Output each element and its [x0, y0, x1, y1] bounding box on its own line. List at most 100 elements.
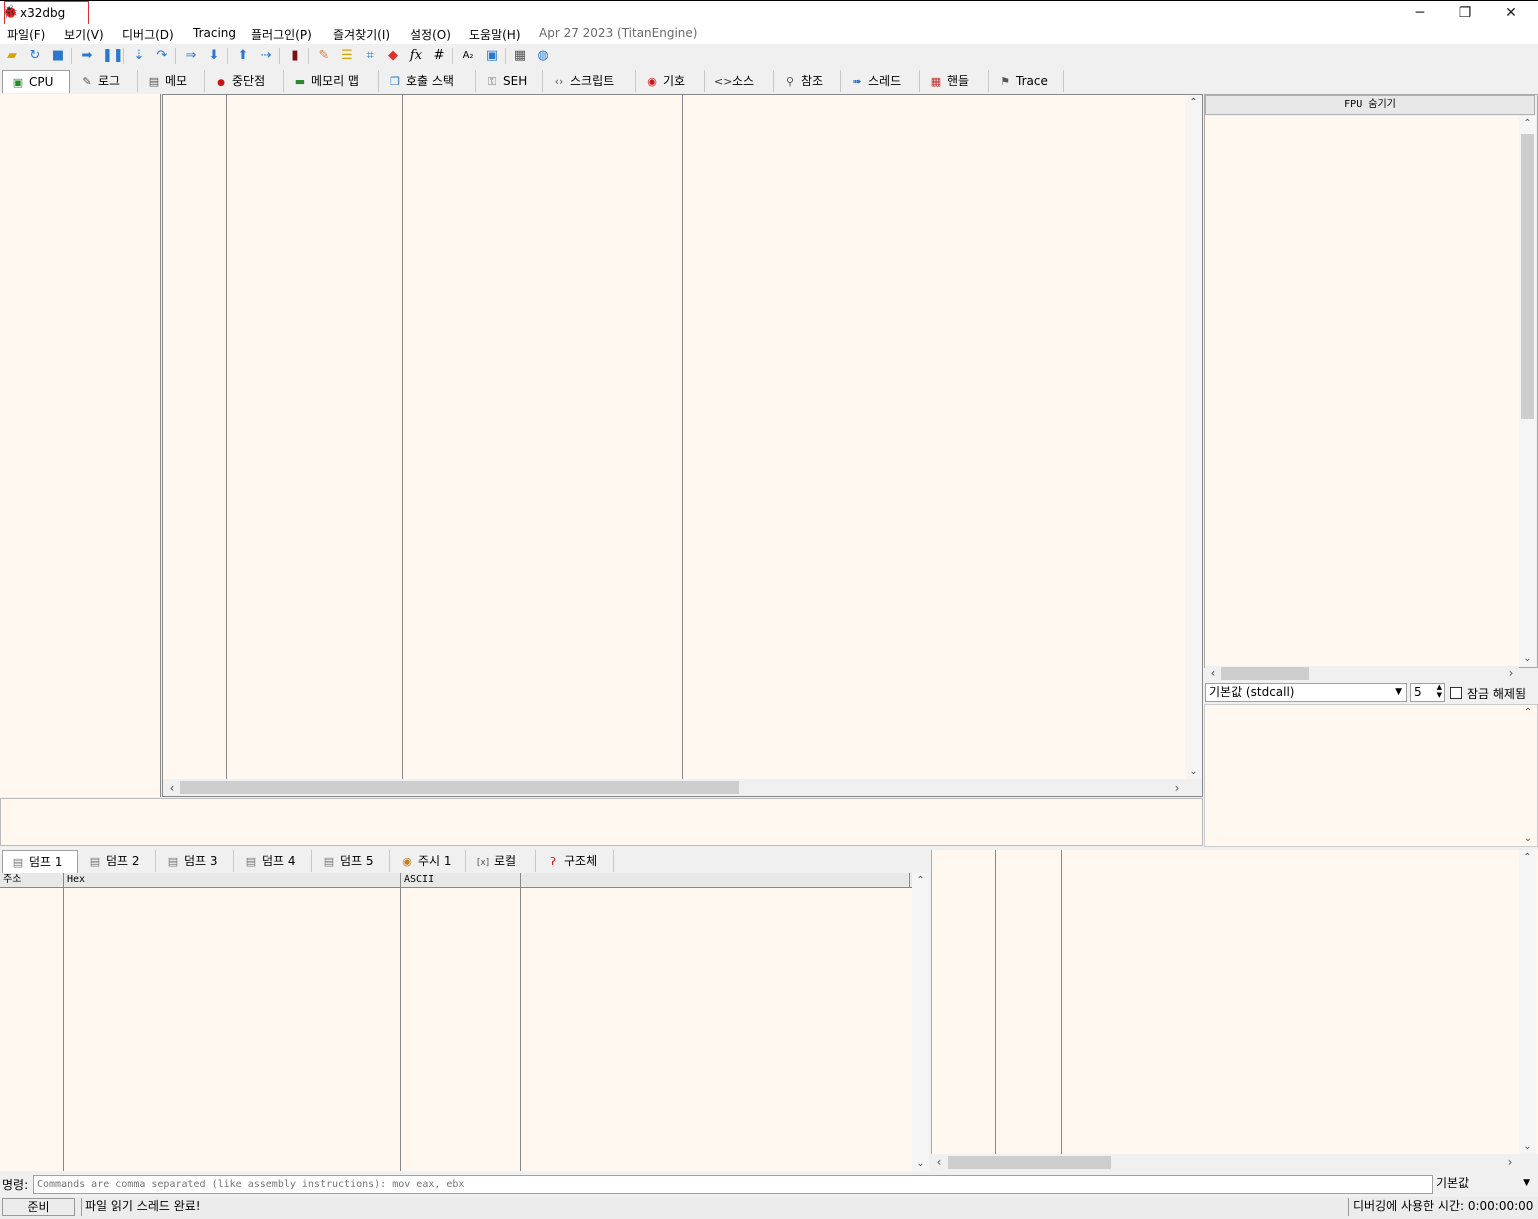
lock-checkbox[interactable]	[1450, 687, 1462, 699]
column-ascii[interactable]: ASCII	[401, 873, 521, 888]
registers-horizontal-scrollbar[interactable]: ‹ ›	[1205, 666, 1519, 682]
spinner-arrows-icon[interactable]: ▲ ▼	[1437, 683, 1442, 699]
scroll-right-icon[interactable]: ›	[1171, 781, 1183, 795]
disassembly-view[interactable]: ⌃ ⌄ ‹ ›	[162, 94, 1203, 797]
tab-symbols[interactable]: ◉ 기호	[637, 70, 705, 92]
bookmarks-icon[interactable]: ◆	[385, 48, 401, 64]
tab-notes[interactable]: ▤ 메모	[139, 70, 205, 92]
menu-favourites[interactable]: 즐겨찾기(I)	[333, 26, 390, 43]
column-extra[interactable]	[521, 873, 910, 888]
tab-watch-1[interactable]: ◉ 주시 1	[392, 850, 466, 872]
menu-help[interactable]: 도움말(H)	[469, 26, 521, 43]
step-into-icon[interactable]: ⇣	[131, 48, 147, 64]
tab-script[interactable]: ‹› 스크립트	[544, 70, 636, 92]
scroll-down-icon[interactable]: ⌄	[1185, 766, 1202, 777]
scroll-down-icon[interactable]: ⌄	[1521, 833, 1535, 844]
scroll-up-icon[interactable]: ⌃	[1185, 97, 1202, 108]
column-hex[interactable]: Hex	[64, 873, 401, 888]
scroll-right-icon[interactable]: ›	[1505, 666, 1517, 680]
tab-references[interactable]: ⚲ 참조	[775, 70, 841, 92]
scroll-left-icon[interactable]: ‹	[166, 781, 178, 795]
scroll-up-icon[interactable]: ⌃	[1521, 707, 1535, 718]
arguments-view[interactable]: ⌃ ⌄	[1204, 704, 1538, 847]
stack-view[interactable]	[931, 850, 1538, 1154]
calculator-icon[interactable]: ▦	[512, 48, 528, 64]
functions-icon[interactable]: fx	[408, 48, 424, 64]
step-over-icon[interactable]: ↷	[154, 48, 170, 64]
stop-icon[interactable]: ■	[50, 48, 66, 64]
dump-view[interactable]	[0, 888, 912, 1171]
run-to-user-icon[interactable]: ⇒	[183, 48, 199, 64]
restore-button[interactable]: ❐	[1450, 3, 1480, 23]
menu-options[interactable]: 설정(O)	[410, 26, 451, 43]
run-icon[interactable]: ➡	[79, 48, 95, 64]
column-address[interactable]: 주소	[0, 873, 64, 888]
stack-vertical-scrollbar[interactable]: ⌃ ⌄	[1519, 850, 1536, 1154]
scroll-down-icon[interactable]: ⌄	[1519, 653, 1536, 664]
fpu-toggle-button[interactable]: FPU 숨기기	[1205, 95, 1535, 115]
menu-debug[interactable]: 디버그(D)	[122, 26, 174, 43]
run-to-cursor-icon[interactable]: ⇢	[258, 48, 274, 64]
minimize-button[interactable]: ─	[1405, 3, 1435, 23]
animate-icon[interactable]: ⬇	[206, 48, 222, 64]
disasm-vertical-scrollbar[interactable]: ⌃ ⌄	[1185, 95, 1202, 779]
open-icon[interactable]: ▰	[4, 48, 20, 64]
globe-icon[interactable]: ◍	[535, 48, 551, 64]
tab-threads[interactable]: ➠ 스레드	[842, 70, 920, 92]
execute-till-return-icon[interactable]: ⬆	[235, 48, 251, 64]
stack-horizontal-scrollbar[interactable]: ‹ ›	[931, 1154, 1536, 1171]
tab-trace[interactable]: ⚑ Trace	[990, 70, 1064, 92]
scroll-up-icon[interactable]: ⌃	[912, 875, 929, 886]
scroll-up-icon[interactable]: ⌃	[1519, 852, 1536, 863]
trace-icon[interactable]: ▮	[287, 48, 303, 64]
scroll-thumb[interactable]	[1521, 134, 1534, 419]
scroll-thumb[interactable]	[948, 1156, 1111, 1169]
menu-tracing[interactable]: Tracing	[193, 26, 236, 40]
tab-call-stack[interactable]: ❐ 호출 스택	[380, 70, 476, 92]
title-bar[interactable]: 🐞 x32dbg ─ ❐ ✕	[0, 0, 1538, 25]
tab-source[interactable]: <>소스	[706, 70, 774, 92]
strings-icon[interactable]: A₂	[460, 48, 476, 64]
dump-vertical-scrollbar[interactable]: ⌃ ⌄	[912, 873, 929, 1171]
argument-count-spinner[interactable]: 5 ▲ ▼	[1410, 683, 1445, 702]
scroll-thumb[interactable]	[180, 781, 739, 794]
patch-icon[interactable]: ✎	[316, 48, 332, 64]
menu-view[interactable]: 보기(V)	[64, 26, 104, 43]
menu-plugins[interactable]: 플러그인(P)	[251, 26, 312, 43]
module-icon[interactable]: ▣	[484, 48, 500, 64]
scroll-down-icon[interactable]: ⌄	[912, 1158, 929, 1169]
tab-memory-map[interactable]: ▬ 메모리 맵	[285, 70, 379, 92]
scroll-down-icon[interactable]: ⌄	[1519, 1141, 1536, 1152]
command-mode-select[interactable]: 기본값 ▼	[1433, 1175, 1536, 1194]
calling-convention-select[interactable]: 기본값 (stdcall) ▼	[1205, 683, 1407, 702]
disasm-horizontal-scrollbar[interactable]: ‹ ›	[163, 779, 1202, 796]
tab-dump-2[interactable]: ▤ 덤프 2	[80, 850, 156, 872]
close-button[interactable]: ✕	[1496, 3, 1526, 23]
scroll-up-icon[interactable]: ⌃	[1519, 118, 1536, 129]
command-input[interactable]	[33, 1175, 1433, 1194]
tab-breakpoints[interactable]: ● 중단점	[206, 70, 284, 92]
scroll-thumb[interactable]	[1221, 667, 1309, 680]
menu-file[interactable]: 파일(F)	[7, 26, 45, 43]
tab-log[interactable]: ✎ 로그	[72, 70, 138, 92]
tab-handles[interactable]: ▦ 핸들	[921, 70, 989, 92]
tab-dump-1[interactable]: ▤ 덤프 1	[2, 850, 78, 873]
tab-dump-3[interactable]: ▤ 덤프 3	[158, 850, 234, 872]
hash-icon[interactable]: #	[431, 48, 447, 64]
restart-icon[interactable]: ↻	[27, 48, 43, 64]
comments-icon[interactable]: ☰	[339, 48, 355, 64]
labels-icon[interactable]: ⌗	[362, 48, 378, 64]
tab-dump-4[interactable]: ▤ 덤프 4	[236, 850, 312, 872]
tab-seh[interactable]: ⚿ SEH	[477, 70, 543, 92]
registers-vertical-scrollbar[interactable]: ⌃ ⌄	[1519, 116, 1536, 666]
pause-icon[interactable]: ❚❚	[102, 48, 124, 64]
scroll-left-icon[interactable]: ‹	[1207, 666, 1219, 680]
scroll-left-icon[interactable]: ‹	[933, 1155, 945, 1169]
tab-locals[interactable]: [x] 로컬	[468, 850, 536, 872]
tab-struct[interactable]: ʔ 구조체	[538, 850, 614, 872]
tab-cpu[interactable]: ▣ CPU	[2, 70, 70, 93]
registers-view[interactable]	[1205, 116, 1519, 666]
branch-gutter[interactable]	[0, 94, 161, 797]
scroll-right-icon[interactable]: ›	[1504, 1155, 1516, 1169]
tab-dump-5[interactable]: ▤ 덤프 5	[314, 850, 390, 872]
